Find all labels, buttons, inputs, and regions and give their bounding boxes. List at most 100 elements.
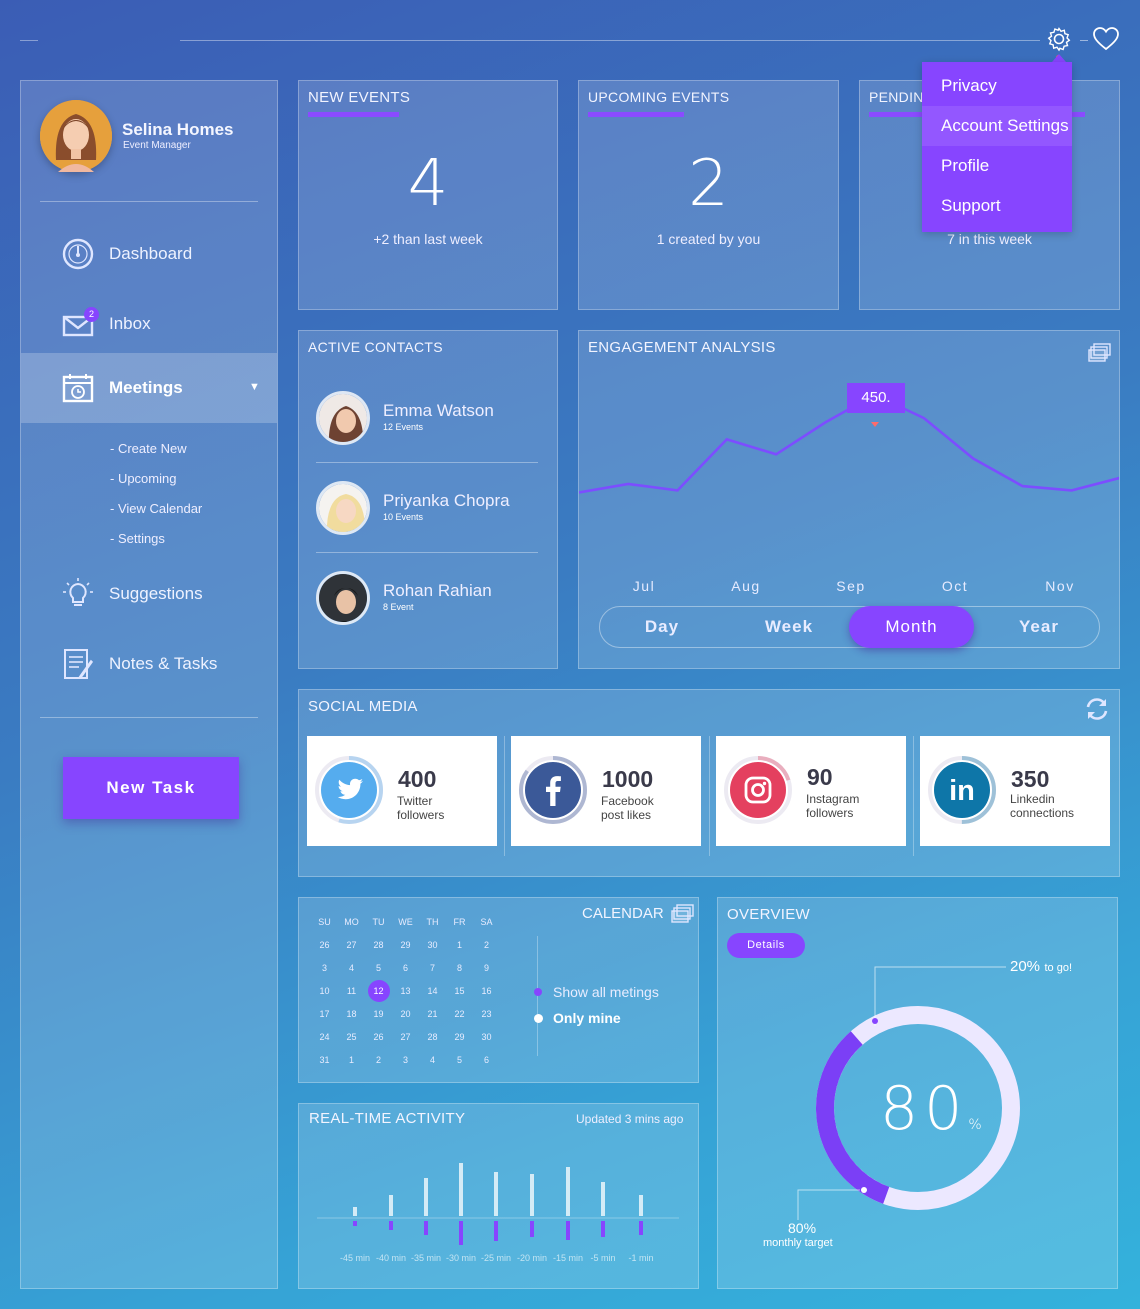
period-day[interactable]: Day — [637, 617, 687, 637]
bulb-icon — [61, 577, 95, 611]
calendar-day[interactable]: 26 — [311, 933, 338, 956]
menu-item-profile[interactable]: Profile — [922, 146, 1072, 186]
sidebar-item-meetings[interactable]: Meetings ▼ — [21, 353, 277, 423]
target-leader-dot — [861, 1187, 867, 1193]
calendar-day[interactable]: 21 — [419, 1002, 446, 1025]
period-month[interactable]: Month — [849, 606, 974, 648]
calendar-day[interactable]: 22 — [446, 1002, 473, 1025]
sidebar-item-label: Dashboard — [109, 244, 193, 263]
calendar-day[interactable]: 4 — [338, 956, 365, 979]
calendar-day[interactable]: 28 — [419, 1025, 446, 1048]
upcoming-events-card: UPCOMING EVENTS 2 1 created by you — [578, 80, 839, 310]
calendar-day[interactable]: 15 — [446, 979, 473, 1002]
chevron-down-icon[interactable]: ▼ — [249, 381, 260, 393]
calendar-day[interactable]: 27 — [392, 1025, 419, 1048]
submenu-settings[interactable]: - Settings — [110, 531, 165, 546]
calendar-day[interactable]: 4 — [419, 1048, 446, 1071]
social-desc: Facebook post likes — [601, 794, 654, 822]
calendar-day[interactable]: 23 — [473, 1002, 500, 1025]
calendar-day[interactable]: 20 — [392, 1002, 419, 1025]
target-pct: 80% — [788, 1220, 817, 1236]
menu-item-account-settings[interactable]: Account Settings — [922, 106, 1072, 146]
calendar-day[interactable]: 19 — [365, 1002, 392, 1025]
sidebar-item-notes[interactable]: Notes & Tasks — [21, 629, 277, 699]
togo-leader-dot — [872, 1018, 878, 1024]
calendar-day[interactable]: 6 — [392, 956, 419, 979]
calendar-day[interactable]: 30 — [473, 1025, 500, 1048]
contact-item[interactable]: Emma Watson 12 Events — [316, 391, 538, 481]
panel-title: SOCIAL MEDIA — [308, 698, 418, 715]
calendar-day[interactable]: 3 — [311, 956, 338, 979]
activity-chart: -45 min -40 min -35 min -30 min -25 min -20 m… — [317, 1163, 679, 1263]
overview-panel: OVERVIEW Details 80% 20% to go! 80% mont… — [717, 897, 1118, 1289]
x-tick-label: Jul — [633, 578, 655, 594]
refresh-icon[interactable] — [1084, 696, 1110, 722]
contact-events: 10 Events — [383, 512, 424, 522]
sidebar-item-inbox[interactable]: 2 Inbox — [21, 289, 277, 359]
social-card-linkedin[interactable]: in 350 Linkedin connections — [920, 736, 1110, 846]
selected-day: 12 — [367, 979, 390, 1002]
social-card-twitter[interactable]: 400 Twitter followers — [307, 736, 497, 846]
contact-events: 12 Events — [383, 422, 424, 432]
calendar-day[interactable]: 2 — [473, 933, 500, 956]
submenu-create-new[interactable]: - Create New — [110, 441, 187, 456]
social-card-instagram[interactable]: 90 Instagram followers — [716, 736, 906, 846]
calendar-day[interactable]: 29 — [392, 933, 419, 956]
calendar-day[interactable]: 25 — [338, 1025, 365, 1048]
heart-icon[interactable] — [1092, 26, 1120, 52]
contact-item[interactable]: Rohan Rahian 8 Event — [316, 571, 538, 661]
calendar-day[interactable]: 9 — [473, 956, 500, 979]
sidebar-item-suggestions[interactable]: Suggestions — [21, 559, 277, 629]
period-week[interactable]: Week — [759, 617, 819, 637]
period-year[interactable]: Year — [1009, 617, 1069, 637]
calendar-day[interactable]: 30 — [419, 933, 446, 956]
menu-item-support[interactable]: Support — [922, 186, 1072, 226]
option-show-all[interactable]: Show all metings — [553, 984, 659, 1000]
x-tick-label: Aug — [731, 578, 760, 594]
menu-item-privacy[interactable]: Privacy — [922, 66, 1072, 106]
submenu-upcoming[interactable]: - Upcoming — [110, 471, 176, 486]
calendar-day[interactable]: 13 — [392, 979, 419, 1002]
calendar-day[interactable]: 12 — [365, 979, 392, 1002]
calendar-day[interactable]: 26 — [365, 1025, 392, 1048]
new-task-button[interactable]: New Task — [63, 757, 239, 819]
activity-time-label: -35 min — [411, 1253, 441, 1263]
calendar-day[interactable]: 14 — [419, 979, 446, 1002]
calendar-day[interactable]: 27 — [338, 933, 365, 956]
calendar-day[interactable]: 5 — [365, 956, 392, 979]
calendar-day[interactable]: 11 — [338, 979, 365, 1002]
avatar[interactable] — [40, 100, 112, 172]
calendar-day[interactable]: 17 — [311, 1002, 338, 1025]
calendar-day[interactable]: 31 — [311, 1048, 338, 1071]
calendar-day[interactable]: 7 — [419, 956, 446, 979]
calendar-day[interactable]: 29 — [446, 1025, 473, 1048]
submenu-view-calendar[interactable]: - View Calendar — [110, 501, 202, 516]
calendar-day[interactable]: 3 — [392, 1048, 419, 1071]
calendar-day[interactable]: 28 — [365, 933, 392, 956]
social-card-facebook[interactable]: 1000 Facebook post likes — [511, 736, 701, 846]
panel-title: ACTIVE CONTACTS — [308, 339, 443, 355]
calendar-day[interactable]: 8 — [446, 956, 473, 979]
calendar-day[interactable]: 5 — [446, 1048, 473, 1071]
calendar-day[interactable]: 16 — [473, 979, 500, 1002]
calendar-day[interactable]: 18 — [338, 1002, 365, 1025]
option-only-mine[interactable]: Only mine — [553, 1010, 621, 1026]
contact-name: Priyanka Chopra — [383, 491, 510, 510]
activity-up-bar — [353, 1207, 357, 1216]
card-title: UPCOMING EVENTS — [588, 89, 730, 105]
weekday-label: WE — [398, 916, 413, 927]
expand-icon[interactable] — [671, 903, 695, 923]
calendar-day[interactable]: 2 — [365, 1048, 392, 1071]
activity-down-bar — [459, 1221, 463, 1245]
gear-icon[interactable] — [1046, 26, 1072, 52]
sidebar-item-dashboard[interactable]: Dashboard — [21, 219, 277, 289]
contact-item[interactable]: Priyanka Chopra 10 Events — [316, 481, 538, 571]
calendar-day[interactable]: 24 — [311, 1025, 338, 1048]
calendar-day[interactable]: 1 — [446, 933, 473, 956]
to-go-label: 20% to go! — [1010, 958, 1073, 975]
calendar-day[interactable]: 10 — [311, 979, 338, 1002]
contact-events: 8 Event — [383, 602, 414, 612]
activity-up-bar — [389, 1195, 393, 1216]
calendar-day[interactable]: 1 — [338, 1048, 365, 1071]
calendar-day[interactable]: 6 — [473, 1048, 500, 1071]
